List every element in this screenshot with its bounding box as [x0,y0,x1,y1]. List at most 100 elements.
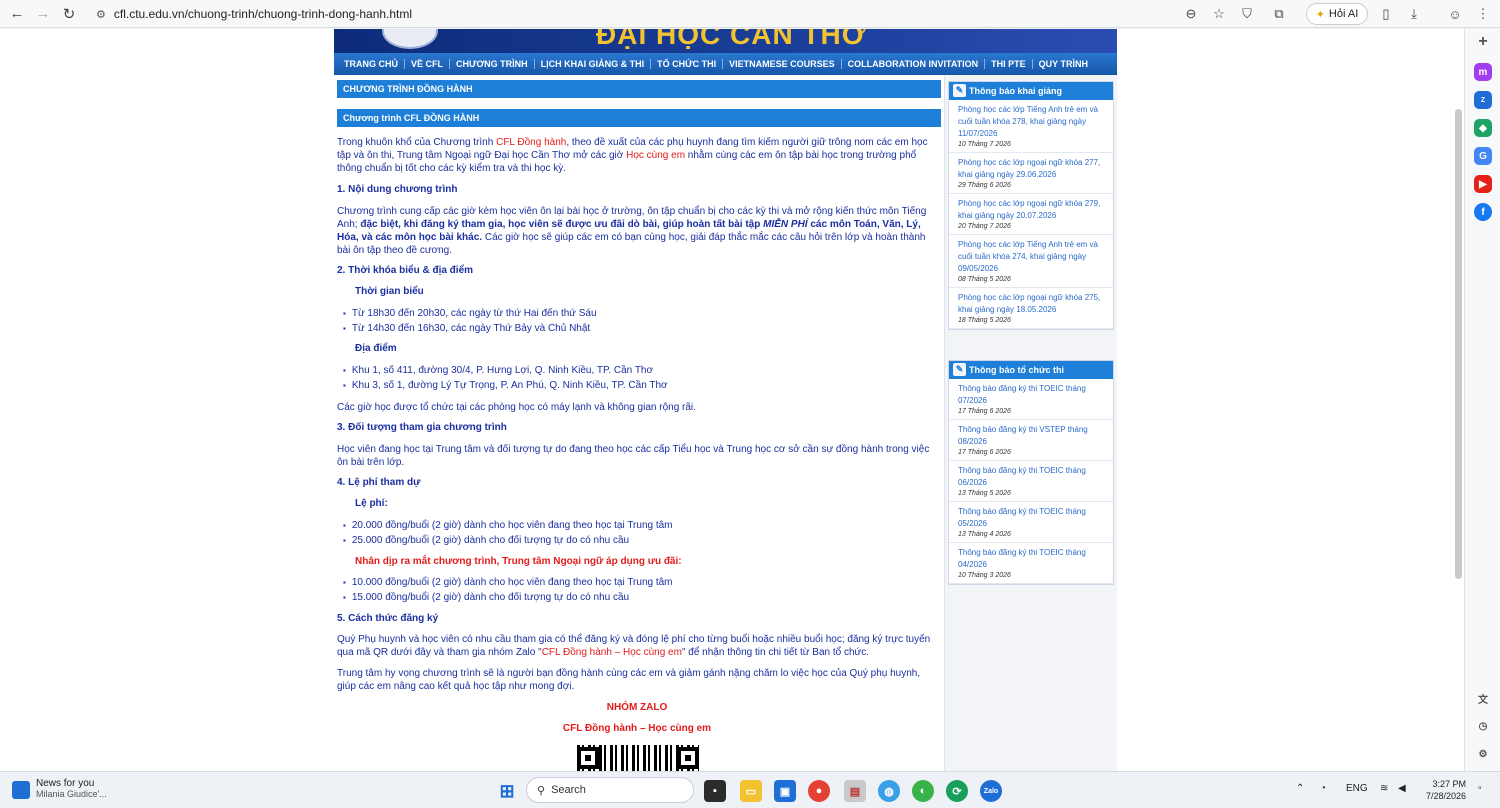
game-icon[interactable]: ◆ [1474,119,1492,137]
announcement-link[interactable]: Thông báo đăng ký thi TOEIC tháng 04/202… [958,547,1107,571]
reload-icon[interactable]: ↻ [56,1,82,27]
university-logo[interactable] [382,29,438,49]
list-item[interactable]: Phòng học các lớp ngoại ngữ khóa 279, kh… [949,194,1113,235]
chrome-icon[interactable]: ● [808,780,830,802]
ask-ai-button[interactable]: ✦ Hỏi AI [1306,3,1368,25]
menu-item-process[interactable]: QUY TRÌNH [1033,59,1094,69]
app-icon[interactable]: ▤ [844,780,866,802]
task-view-icon[interactable]: ▪ [704,780,726,802]
section1-bold: đặc biệt, khi đăng ký tham gia, học viên… [360,219,764,230]
box-header: ✎ Thông báo tổ chức thi [949,361,1113,379]
announcement-link[interactable]: Thông báo đăng ký thi TOEIC tháng 06/202… [958,465,1107,489]
menu-item-pte[interactable]: THI PTE [985,59,1033,69]
globe-icon[interactable]: ◍ [878,780,900,802]
menu-icon[interactable]: ⋮ [1472,3,1494,25]
section-heading: 1. Nội dung chương trình [337,184,458,195]
news-widget[interactable]: News for you Milania Giudice'... [12,778,107,800]
menu-item-collaboration[interactable]: COLLABORATION INVITATION [842,59,986,69]
extensions-icon[interactable]: ⧉ [1268,3,1290,25]
settings-icon[interactable]: ⚙ [1474,745,1492,763]
menu-item-exams[interactable]: TỔ CHỨC THI [651,59,724,69]
split-view-icon[interactable]: ▯ [1375,3,1397,25]
scrollbar-thumb[interactable] [1455,109,1462,579]
list-item[interactable]: Thông báo đăng ký thi TOEIC tháng 04/202… [949,543,1113,584]
list-item: 25.000 đồng/buổi (2 giờ) dành cho đối tư… [343,535,629,546]
zalo-title: NHÓM ZALO [606,702,668,713]
list-item[interactable]: Phòng học các lớp Tiếng Anh trẻ em và cu… [949,235,1113,288]
ask-ai-label: Hỏi AI [1328,8,1359,20]
download-icon[interactable]: ⤓ [1403,3,1425,25]
file-explorer-icon[interactable]: ▭ [740,780,762,802]
announcement-link[interactable]: Phòng học các lớp ngoại ngữ khóa 275, kh… [958,292,1107,316]
windows-start-icon[interactable]: ⊞ [496,780,518,802]
back-icon[interactable]: ← [4,1,30,27]
profile-icon[interactable]: ☺ [1444,3,1466,25]
list-item[interactable]: Phòng học các lớp Tiếng Anh trẻ em và cu… [949,100,1113,153]
opening-announcements-box: ✎ Thông báo khai giảng Phòng học các lớp … [948,81,1114,330]
translate-icon[interactable]: G [1474,147,1492,165]
announcement-link[interactable]: Phòng học các lớp Tiếng Anh trẻ em và cu… [958,104,1107,140]
news-title: News for you [36,778,95,789]
list-item: 20.000 đồng/buổi (2 giờ) dành cho học vi… [343,520,673,531]
zalo-icon[interactable]: Z [1474,91,1492,109]
announcement-date: 29 Tháng 6 2026 [958,182,1011,189]
section1-paragraph: Chương trình cung cấp các giờ kèm học vi… [337,205,937,257]
intro-paragraph: Trong khuôn khổ của Chương trình CFL Đồn… [337,136,937,175]
zalo-taskbar-icon[interactable]: Zalo [980,780,1002,802]
browser-app-icon[interactable]: ◐ [912,780,934,802]
announcement-date: 13 Tháng 5 2026 [958,490,1011,497]
translate-page-icon[interactable]: 文 [1474,689,1492,707]
tray-app-icon[interactable]: ◔ [1320,783,1326,794]
announcement-link[interactable]: Thông báo đăng ký thi TOEIC tháng 05/202… [958,506,1107,530]
list-item[interactable]: Thông báo đăng ký thi TOEIC tháng 06/202… [949,461,1113,502]
list-item: Khu 1, số 411, đường 30/4, P. Hưng Lợi, … [343,365,653,376]
history-icon[interactable]: ◷ [1474,717,1492,735]
menu-item-vietnamese[interactable]: VIETNAMESE COURSES [723,59,842,69]
menu-item-schedule[interactable]: LỊCH KHAI GIẢNG & THI [535,59,652,69]
announcement-date: 10 Tháng 3 2026 [958,572,1011,579]
menu-item-programs[interactable]: CHƯƠNG TRÌNH [450,59,535,69]
add-icon[interactable]: + [1474,33,1492,51]
menu-item-home[interactable]: TRANG CHỦ [338,59,405,69]
announcement-date: 13 Tháng 4 2026 [958,531,1011,538]
announcement-link[interactable]: Phòng học các lớp Tiếng Anh trẻ em và cu… [958,239,1107,275]
facebook-icon[interactable]: f [1474,203,1492,221]
announcement-link[interactable]: Thông báo đăng ký thi VSTEP tháng 08/202… [958,424,1107,448]
wifi-icon[interactable]: ≋ [1380,783,1388,794]
list-item[interactable]: Phòng học các lớp ngoại ngữ khóa 277, kh… [949,153,1113,194]
bookmark-star-icon[interactable]: ☆ [1208,3,1230,25]
list-item[interactable]: Thông báo đăng ký thi TOEIC tháng 07/202… [949,379,1113,420]
notepad-icon: ✎ [953,84,966,97]
url-text[interactable]: cfl.ctu.edu.vn/chuong-trinh/chuong-trinh… [114,7,412,21]
zalo-name: CFL Đồng hành – Học cùng em [562,723,712,734]
announcement-link[interactable]: Thông báo đăng ký thi TOEIC tháng 07/202… [958,383,1107,407]
messenger-icon[interactable]: m [1474,63,1492,81]
menu-item-about[interactable]: VỀ CFL [405,59,451,69]
list-item[interactable]: Phòng học các lớp ngoại ngữ khóa 275, kh… [949,288,1113,329]
list-item: Từ 18h30 đến 20h30, các ngày từ thứ Hai … [343,308,597,319]
page-title: CHƯƠNG TRÌNH ĐỒNG HÀNH [337,80,941,98]
address-bar[interactable]: ⚙ cfl.ctu.edu.vn/chuong-trinh/chuong-tri… [88,3,1296,25]
sub-heading: Địa điểm [355,343,397,354]
refresh-app-icon[interactable]: ⟳ [946,780,968,802]
announcement-date: 10 Tháng 7 2026 [958,141,1011,148]
youtube-icon[interactable]: ▶ [1474,175,1492,193]
forward-icon[interactable]: → [30,1,56,27]
banner-title: ĐẠI HỌC CẦN THƠ [596,29,867,50]
section-heading: 3. Đối tượng tham gia chương trình [337,422,507,433]
qr-code[interactable] [577,745,699,771]
list-item[interactable]: Thông báo đăng ký thi TOEIC tháng 05/202… [949,502,1113,543]
language-indicator[interactable]: ENG [1346,783,1368,794]
site-info-icon[interactable]: ⚙ [96,8,106,21]
announcement-link[interactable]: Phòng học các lớp ngoại ngữ khóa 277, kh… [958,157,1107,181]
store-icon[interactable]: ▣ [774,780,796,802]
notification-icon[interactable]: ▫ [1478,783,1482,794]
shield-icon[interactable]: ⛉ [1236,3,1258,25]
volume-icon[interactable]: ◀ [1398,783,1406,794]
zoom-icon[interactable]: ⊖ [1180,3,1202,25]
list-item[interactable]: Thông báo đăng ký thi VSTEP tháng 08/202… [949,420,1113,461]
tray-chevron-icon[interactable]: ⌃ [1296,783,1304,794]
taskbar-search[interactable]: ⚲ Search [526,777,694,803]
announcement-link[interactable]: Phòng học các lớp ngoại ngữ khóa 279, kh… [958,198,1107,222]
system-clock[interactable]: 3:27 PM 7/28/2026 [1410,778,1466,802]
